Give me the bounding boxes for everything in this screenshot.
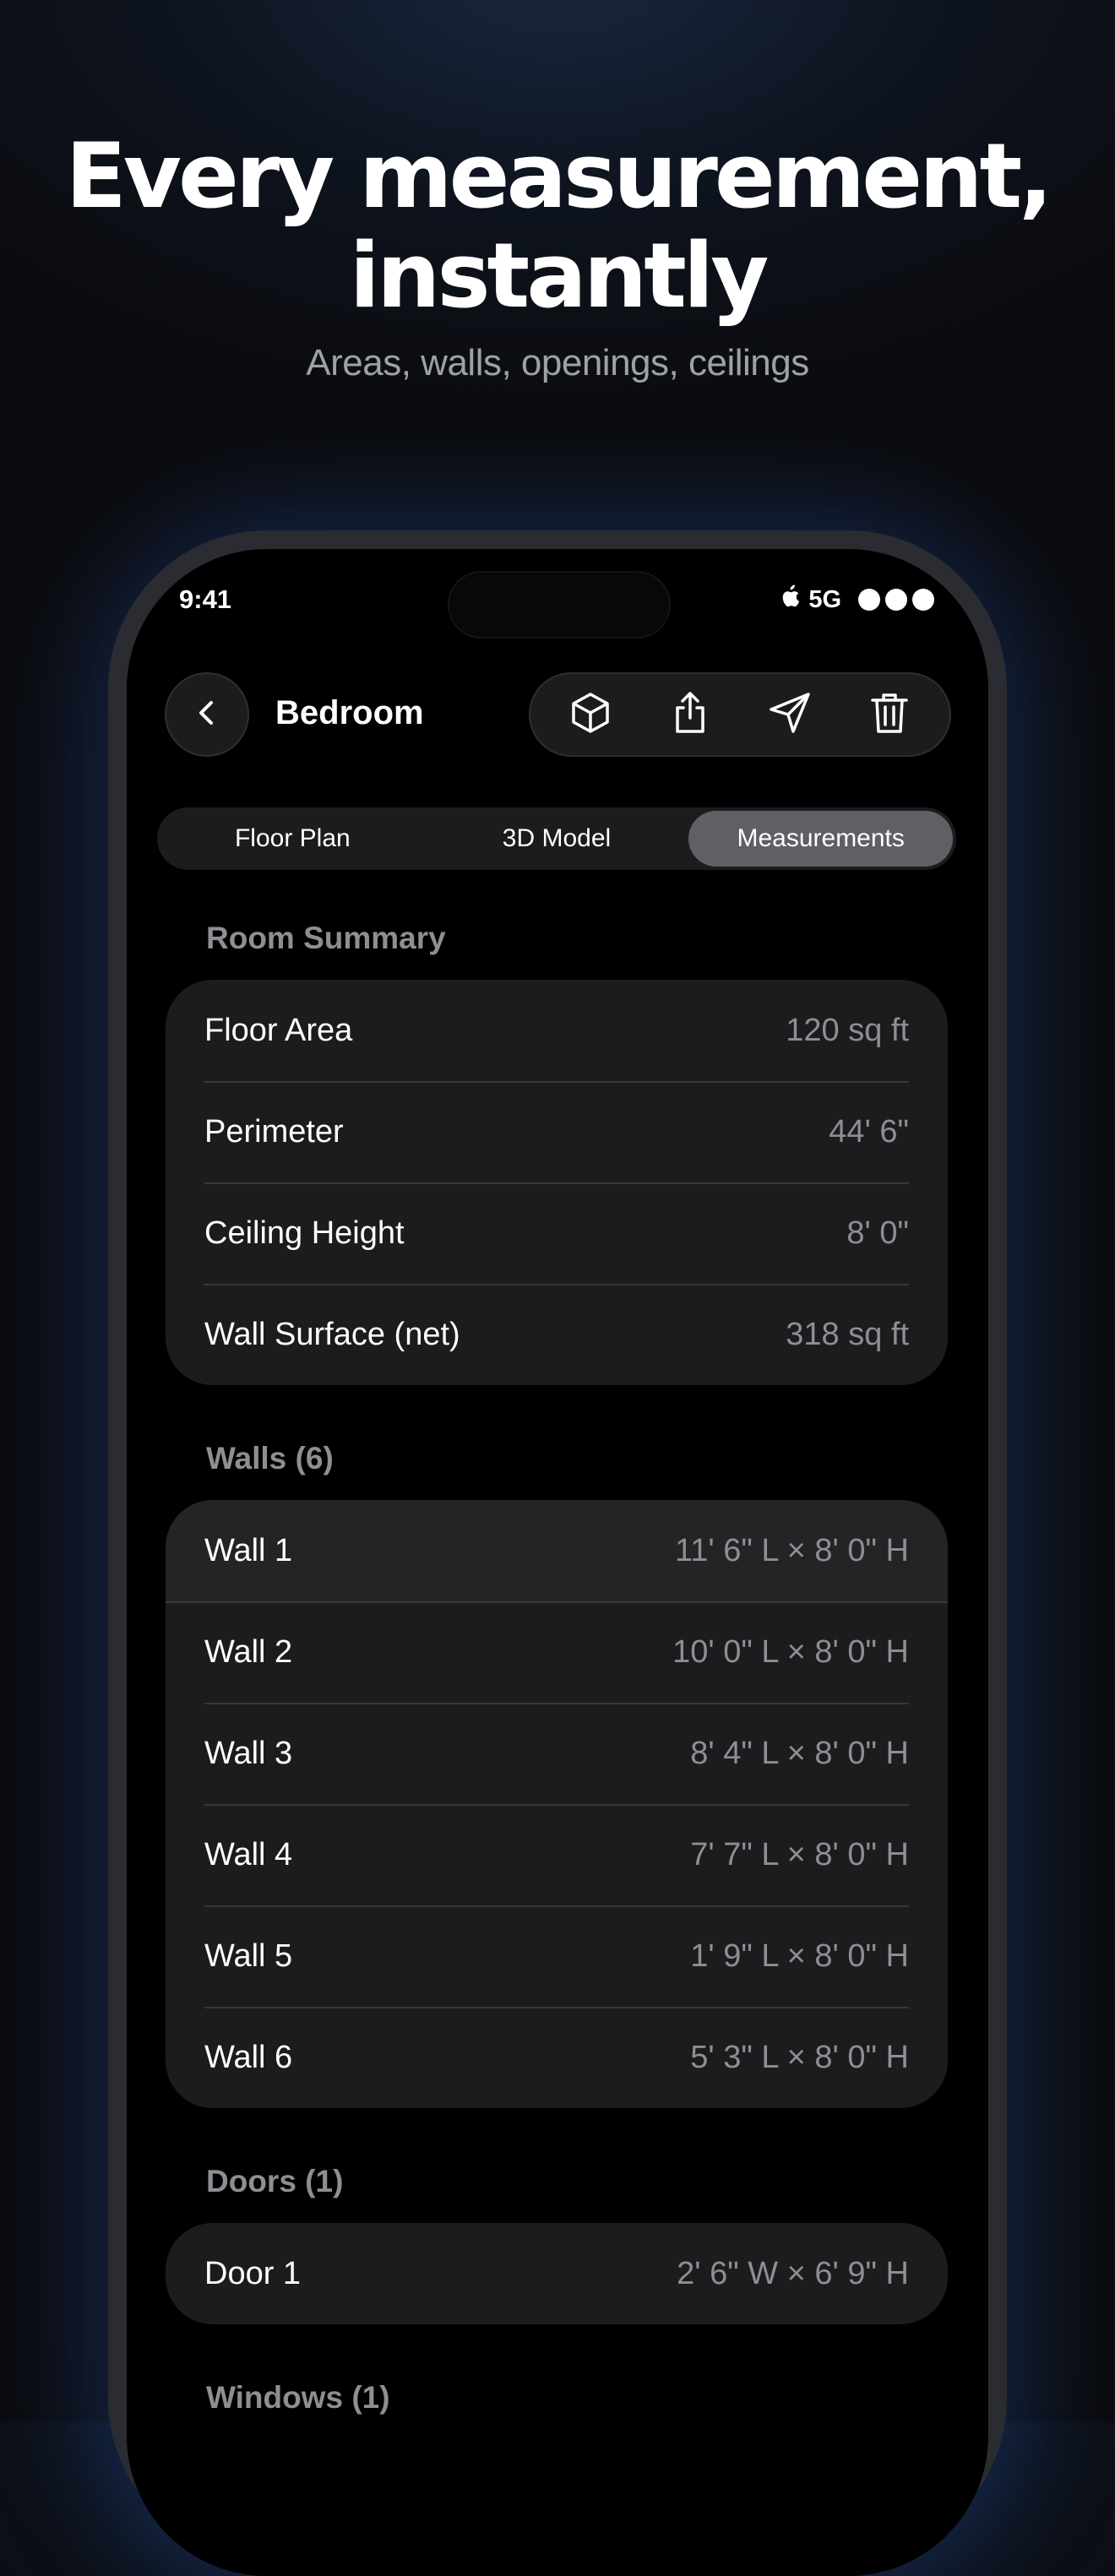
tab-3d-model[interactable]: 3D Model: [425, 811, 689, 867]
view-segmented-control: Floor Plan 3D Model Measurements: [157, 807, 956, 870]
row-label: Ceiling Height: [204, 1215, 405, 1251]
toolbar-actions: [529, 672, 951, 757]
row-value: 5' 3" L × 8' 0" H: [690, 2039, 909, 2075]
headline-line-1: Every measurement,: [65, 124, 1052, 228]
trash-icon: [866, 689, 913, 741]
delete-button[interactable]: [856, 681, 923, 748]
row-label: Wall 3: [204, 1735, 293, 1771]
row-label: Wall 6: [204, 2039, 293, 2075]
send-button[interactable]: [756, 681, 824, 748]
windows-header: Windows (1): [206, 2380, 390, 2415]
row-value: 8' 0": [846, 1215, 909, 1251]
door-row-1[interactable]: Door 1 2' 6" W × 6' 9" H: [166, 2223, 948, 2324]
row-label: Wall 1: [204, 1532, 293, 1568]
wall-row-2[interactable]: Wall 2 10' 0" L × 8' 0" H: [166, 1601, 948, 1703]
row-label: Wall 2: [204, 1633, 293, 1670]
doors-header: Doors (1): [206, 2164, 344, 2198]
row-label: Wall Surface (net): [204, 1316, 460, 1352]
row-value: 8' 4" L × 8' 0" H: [690, 1735, 909, 1771]
headline-line-2: instantly: [349, 224, 770, 328]
share-icon: [666, 689, 714, 741]
wall-row-3[interactable]: Wall 3 8' 4" L × 8' 0" H: [166, 1703, 948, 1804]
wall-row-5[interactable]: Wall 5 1' 9" L × 8' 0" H: [166, 1905, 948, 2007]
row-label: Perimeter: [204, 1113, 344, 1149]
wall-row-6[interactable]: Wall 6 5' 3" L × 8' 0" H: [166, 2007, 948, 2108]
network-label: 5G: [808, 585, 841, 613]
battery-dots-icon: [858, 589, 934, 611]
apple-icon: [780, 584, 800, 615]
room-summary-card: Floor Area 120 sq ft Perimeter 44' 6" Ce…: [166, 980, 948, 1385]
row-value: 11' 6" L × 8' 0" H: [674, 1532, 909, 1568]
send-icon: [766, 689, 813, 741]
room-summary-header: Room Summary: [206, 921, 446, 955]
tab-measurements[interactable]: Measurements: [688, 811, 954, 867]
dynamic-island: [448, 571, 671, 639]
room-title: Bedroom: [275, 694, 424, 731]
row-label: Wall 4: [204, 1836, 293, 1872]
row-label: Floor Area: [204, 1012, 353, 1048]
chevron-left-icon: [190, 696, 224, 734]
row-value: 120 sq ft: [786, 1012, 909, 1048]
summary-row-wall-surface[interactable]: Wall Surface (net) 318 sq ft: [166, 1284, 948, 1385]
walls-header: Walls (6): [206, 1441, 334, 1475]
row-value: 318 sq ft: [786, 1316, 909, 1352]
row-value: 10' 0" L × 8' 0" H: [672, 1633, 909, 1670]
back-button[interactable]: [165, 672, 249, 757]
view-3d-button[interactable]: [557, 681, 624, 748]
status-time: 9:41: [179, 584, 232, 614]
row-value: 44' 6": [829, 1113, 909, 1149]
row-label: Door 1: [204, 2255, 302, 2291]
summary-row-floor-area[interactable]: Floor Area 120 sq ft: [166, 980, 948, 1081]
wall-row-4[interactable]: Wall 4 7' 7" L × 8' 0" H: [166, 1804, 948, 1905]
summary-row-ceiling-height[interactable]: Ceiling Height 8' 0": [166, 1182, 948, 1284]
summary-row-perimeter[interactable]: Perimeter 44' 6": [166, 1081, 948, 1182]
doors-card: Door 1 2' 6" W × 6' 9" H: [166, 2223, 948, 2324]
row-label: Wall 5: [204, 1937, 293, 1974]
cube-icon: [567, 689, 614, 741]
row-value: 1' 9" L × 8' 0" H: [690, 1937, 909, 1974]
wall-row-1[interactable]: Wall 1 11' 6" L × 8' 0" H: [166, 1500, 948, 1601]
row-value: 7' 7" L × 8' 0" H: [690, 1836, 909, 1872]
phone-screen: 9:41 5G Bedroom Floor Plan 3D Model Meas…: [127, 549, 988, 2576]
share-button[interactable]: [656, 681, 724, 748]
subheadline: Areas, walls, openings, ceilings: [306, 342, 809, 383]
status-indicators: 5G: [780, 584, 934, 615]
headline: Every measurement, instantly: [0, 127, 1115, 326]
tab-floor-plan[interactable]: Floor Plan: [160, 811, 425, 867]
walls-card: Wall 1 11' 6" L × 8' 0" H Wall 2 10' 0" …: [166, 1500, 948, 2108]
row-value: 2' 6" W × 6' 9" H: [677, 2255, 909, 2291]
